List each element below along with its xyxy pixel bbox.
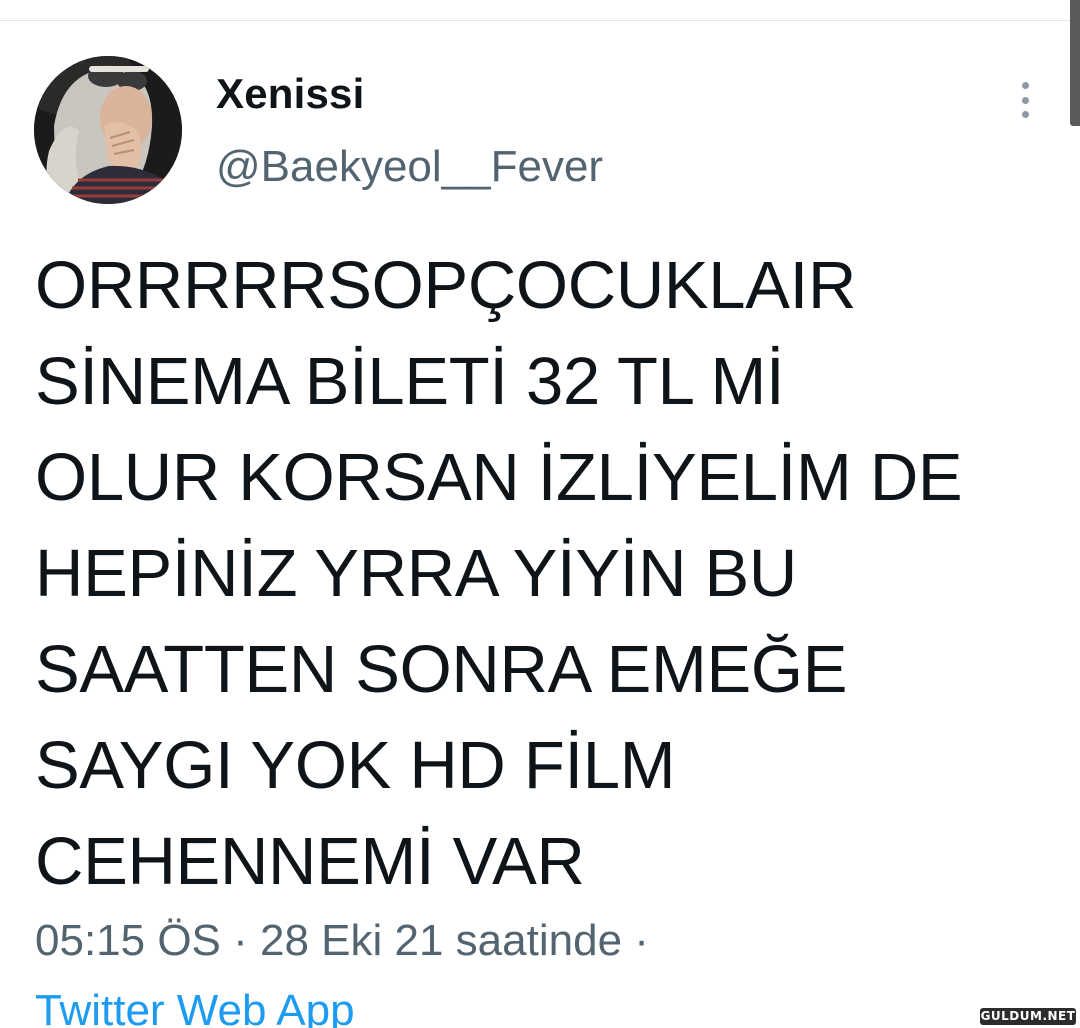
user-handle[interactable]: @Baekyeol__Fever [216,142,603,192]
display-name[interactable]: Xenissi [216,70,364,118]
avatar[interactable] [34,56,182,204]
tweet-detail-page: Xenissi @Baekyeol__Fever ORRRRRSOPÇOCUKL… [0,0,1080,1028]
scrollbar[interactable] [1070,0,1080,126]
more-options-button[interactable] [1008,78,1042,122]
tweet-text: ORRRRRSOPÇOCUKLAIR SİNEMA BİLETİ 32 TL M… [35,248,963,899]
watermark-logo: GULDUM.NET [980,1008,1076,1025]
tweet-timestamp[interactable]: 05:15 ÖS · 28 Eki 21 saatinde · [35,916,649,966]
top-divider [0,20,1080,21]
tweet-source-link[interactable]: Twitter Web App [35,986,355,1028]
avatar-image [34,56,182,204]
more-vertical-icon [1021,82,1029,89]
more-vertical-icon-dot [1021,111,1029,118]
more-vertical-icon-dot [1021,96,1029,104]
